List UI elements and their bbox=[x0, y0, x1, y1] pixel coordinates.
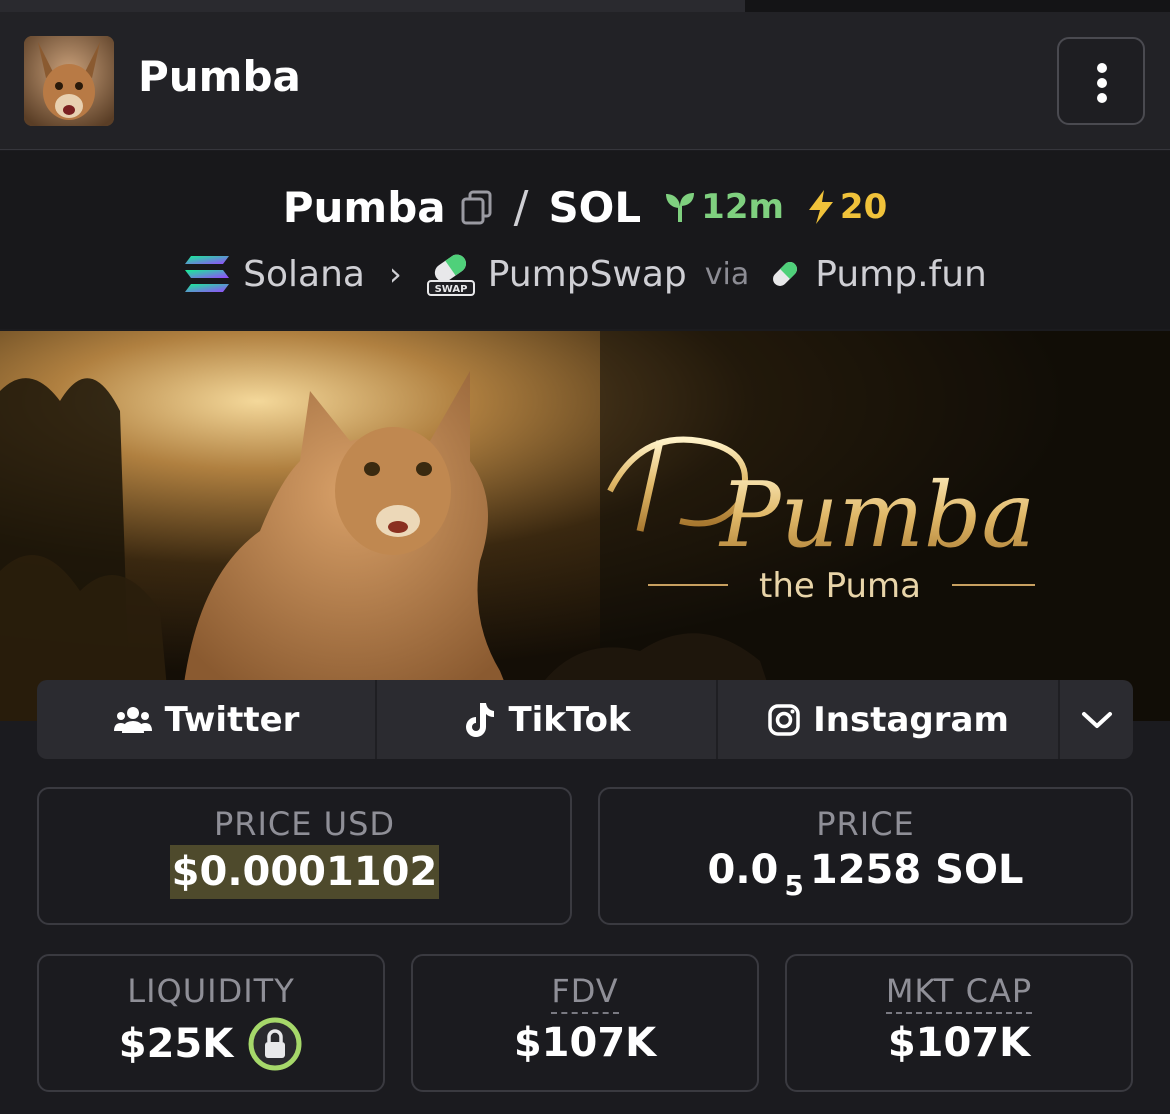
price-unit: SOL bbox=[935, 847, 1024, 893]
pair-separator: / bbox=[513, 181, 529, 233]
dot-icon bbox=[1097, 93, 1107, 103]
liquidity-card: LIQUIDITY $25K bbox=[37, 954, 385, 1092]
lock-icon[interactable] bbox=[247, 1016, 303, 1072]
pumpswap-icon: SWAP bbox=[426, 254, 475, 296]
twitter-link[interactable]: Twitter bbox=[37, 680, 377, 759]
market-cap-label[interactable]: MKT CAP bbox=[885, 972, 1033, 1014]
market-cap-value: $107K bbox=[887, 1020, 1031, 1066]
seedling-icon bbox=[666, 193, 695, 222]
chain-dex-row: Solana › SWAP PumpSwap via Pump.fun bbox=[0, 249, 1170, 299]
market-cap-card: MKT CAP $107K bbox=[785, 954, 1133, 1092]
chevron-right-icon: › bbox=[388, 255, 402, 293]
liquidity-label: LIQUIDITY bbox=[127, 972, 295, 1010]
tiktok-link[interactable]: TikTok bbox=[377, 680, 718, 759]
tiktok-label: TikTok bbox=[508, 699, 631, 740]
token-header: Pumba bbox=[0, 12, 1170, 150]
pair-age: 12m bbox=[663, 187, 784, 227]
fdv-card: FDV $107K bbox=[411, 954, 759, 1092]
price-usd-card: PRICE USD $0.0001102 bbox=[37, 787, 572, 925]
pill-icon bbox=[773, 262, 798, 286]
top-progress-fill bbox=[0, 0, 745, 12]
banner-subtitle: the Puma bbox=[759, 566, 921, 606]
pair-row: Pumba / SOL 12m 20 bbox=[0, 179, 1170, 235]
instagram-link[interactable]: Instagram bbox=[718, 680, 1060, 759]
social-links-bar: Twitter TikTok Instagram bbox=[37, 680, 1133, 759]
boost-value: 20 bbox=[839, 187, 888, 227]
instagram-icon bbox=[768, 703, 800, 736]
dot-icon bbox=[1097, 78, 1107, 88]
dot-icon bbox=[1097, 63, 1107, 73]
dex-name[interactable]: PumpSwap bbox=[488, 254, 687, 295]
price-usd-label: PRICE USD bbox=[213, 805, 396, 843]
chevron-down-icon bbox=[1081, 711, 1112, 728]
copy-icon[interactable] bbox=[460, 189, 494, 225]
price-digits: 1258 bbox=[809, 847, 922, 893]
base-token-name: Pumba bbox=[282, 182, 446, 232]
chain-name[interactable]: Solana bbox=[243, 254, 365, 295]
dex-badge-text: SWAP bbox=[434, 284, 467, 295]
tiktok-icon bbox=[466, 702, 495, 737]
age-value: 12m bbox=[701, 187, 784, 227]
token-avatar[interactable] bbox=[24, 36, 114, 126]
launchpad-name[interactable]: Pump.fun bbox=[815, 254, 987, 295]
price-native-card: PRICE 0.0 5 1258 SOL bbox=[598, 787, 1133, 925]
quote-token-name: SOL bbox=[548, 182, 642, 232]
fdv-label[interactable]: FDV bbox=[551, 972, 619, 1014]
more-options-button[interactable] bbox=[1057, 37, 1145, 125]
users-icon bbox=[113, 706, 152, 733]
lightning-icon bbox=[808, 190, 833, 224]
banner-title: Pumba bbox=[718, 463, 1035, 568]
liquidity-value: $25K bbox=[118, 1021, 234, 1067]
banner-artwork: Pumba the Puma bbox=[0, 331, 1170, 721]
price-prefix: 0.0 bbox=[707, 847, 779, 893]
price-zero-count: 5 bbox=[784, 869, 804, 902]
pair-info: Pumba / SOL 12m 20 Solana › SWAP PumpSwa… bbox=[0, 151, 1170, 329]
price-usd-value: $0.0001102 bbox=[169, 845, 440, 899]
instagram-label: Instagram bbox=[813, 699, 1009, 740]
more-socials-button[interactable] bbox=[1060, 680, 1133, 759]
twitter-label: Twitter bbox=[164, 699, 300, 740]
price-native-label: PRICE bbox=[816, 805, 915, 843]
top-progress-bar bbox=[0, 0, 1170, 12]
price-native-value: 0.0 5 1258 SOL bbox=[600, 847, 1131, 902]
solana-icon bbox=[185, 256, 230, 292]
token-banner-image: Pumba the Puma bbox=[0, 331, 1170, 721]
header-title: Pumba bbox=[138, 52, 301, 101]
caracal-avatar-image bbox=[24, 36, 114, 126]
boost-count[interactable]: 20 bbox=[806, 187, 887, 227]
fdv-value: $107K bbox=[513, 1020, 657, 1066]
via-label: via bbox=[704, 256, 750, 292]
